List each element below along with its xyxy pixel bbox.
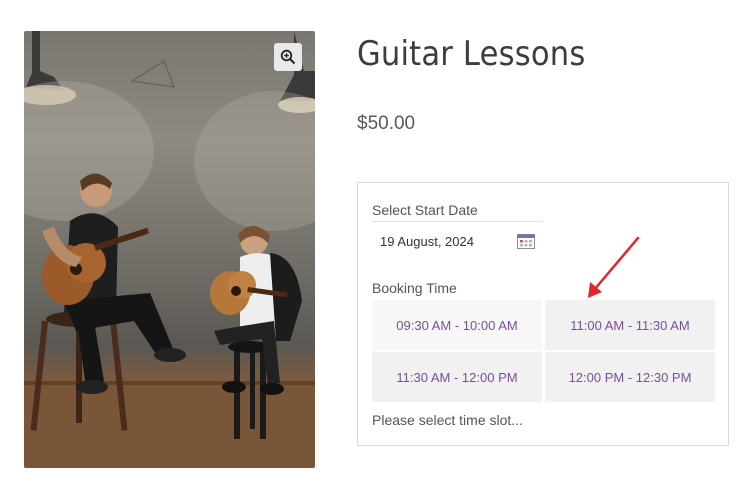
time-slot-0930[interactable]: 09:30 AM - 10:00 AM — [372, 300, 542, 350]
guitar-lesson-photo — [24, 31, 315, 468]
start-date-value: 19 August, 2024 — [380, 234, 474, 249]
product-title: Guitar Lessons — [357, 34, 586, 74]
product-image — [24, 31, 315, 468]
booking-time-label: Booking Time — [372, 280, 457, 296]
zoom-in-icon — [280, 49, 296, 65]
product-price: $50.00 — [357, 113, 416, 134]
time-slot-help-text: Please select time slot... — [372, 412, 523, 428]
time-slot-1200[interactable]: 12:00 PM - 12:30 PM — [545, 352, 715, 402]
start-date-label: Select Start Date — [372, 202, 478, 218]
start-date-field[interactable]: 19 August, 2024 — [372, 221, 543, 257]
red-arrow-annotation — [588, 236, 640, 298]
time-slot-1100[interactable]: 11:00 AM - 11:30 AM — [545, 300, 715, 350]
time-slot-grid: 09:30 AM - 10:00 AM 11:00 AM - 11:30 AM … — [372, 300, 716, 402]
calendar-icon[interactable] — [517, 233, 535, 254]
zoom-button[interactable] — [274, 43, 302, 71]
time-slot-1130[interactable]: 11:30 AM - 12:00 PM — [372, 352, 542, 402]
